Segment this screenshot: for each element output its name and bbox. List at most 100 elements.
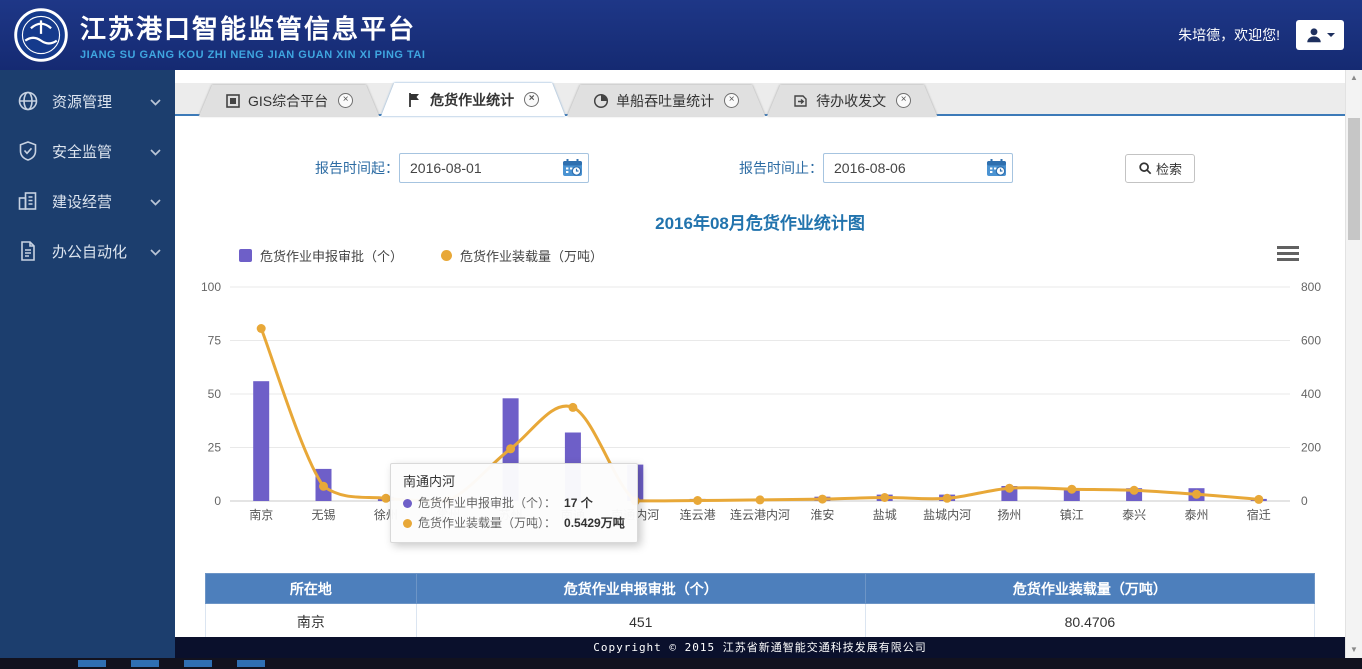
chart-tooltip: 南通内河 危货作业申报审批（个）： 17 个 危货作业装载量（万吨）： 0.54… [390,463,638,543]
filter-row: 报告时间起： 2016-08-01 报告时间止： 2 [175,153,1345,183]
svg-text:0: 0 [1301,494,1308,508]
search-button-label: 检索 [1156,159,1182,178]
legend-item-line-series[interactable]: 危货作业装载量（万吨） [441,246,603,265]
tooltip-label: 危货作业装载量（万吨）： [418,513,556,533]
tab-gis-platform[interactable]: GIS综合平台 × [199,85,379,116]
main-content: GIS综合平台 × 危货作业统计 × 单船吞吐量统计 × [175,70,1345,658]
svg-text:25: 25 [208,441,222,455]
application-window: 江苏港口智能监管信息平台 JIANG SU GANG KOU ZHI NENG … [0,0,1362,669]
app-titles: 江苏港口智能监管信息平台 JIANG SU GANG KOU ZHI NENG … [80,9,425,61]
legend-label: 危货作业申报审批（个） [260,246,403,265]
chevron-down-icon [150,143,161,160]
shield-icon [16,139,40,163]
tooltip-value: 17 个 [564,493,593,513]
copyright-text: Copyright © 2015 江苏省新通智能交通科技发展有限公司 [593,641,927,654]
scroll-up-arrow-icon[interactable]: ▲ [1346,70,1362,86]
sidebar-item-construction[interactable]: 建设经营 [0,176,175,226]
chart-area: 00252005040075600100800南京无锡徐州常州苏州南通南通内河连… [190,273,1330,523]
svg-text:宿迁: 宿迁 [1247,507,1271,522]
svg-text:400: 400 [1301,387,1321,401]
date-value: 2016-08-01 [410,160,482,176]
tab-ship-throughput-stats[interactable]: 单船吞吐量统计 × [567,85,765,116]
taskbar [0,658,1362,669]
tooltip-row: 危货作业装载量（万吨）： 0.5429万吨 [403,513,625,533]
svg-text:600: 600 [1301,334,1321,348]
tab-bar: GIS综合平台 × 危货作业统计 × 单船吞吐量统计 × [175,83,1345,116]
sidebar-item-safety[interactable]: 安全监管 [0,126,175,176]
svg-text:0: 0 [214,494,221,508]
user-menu-button[interactable] [1296,20,1344,50]
chevron-down-icon [150,243,161,260]
table-header-row: 所在地 危货作业申报审批（个） 危货作业装载量（万吨） [206,574,1315,604]
table-header-location: 所在地 [206,574,417,604]
sidebar-item-resources[interactable]: 资源管理 [0,76,175,126]
bar-series-swatch [239,249,252,262]
taskbar-item[interactable] [78,660,106,667]
date-value: 2016-08-06 [834,160,906,176]
chart-legend: 危货作业申报审批（个） 危货作业装载量（万吨） [239,246,1345,265]
svg-text:泰兴: 泰兴 [1122,508,1146,522]
globe-icon [16,89,40,113]
bar-series-dot [403,499,412,508]
close-icon[interactable]: × [524,92,539,107]
calendar-icon[interactable] [562,158,583,178]
sidebar-item-label: 安全监管 [52,141,112,162]
svg-text:盐城内河: 盐城内河 [923,508,971,522]
close-icon[interactable]: × [896,93,911,108]
tooltip-title: 南通内河 [403,471,625,490]
close-icon[interactable]: × [338,93,353,108]
svg-text:50: 50 [208,387,222,401]
taskbar-item[interactable] [131,660,159,667]
svg-text:800: 800 [1301,280,1321,294]
table-header-load: 危货作业装载量（万吨） [865,574,1314,604]
sidebar-item-label: 建设经营 [52,191,112,212]
line-series-swatch [441,250,452,261]
chart-title: 2016年08月危货作业统计图 [175,209,1345,234]
scrollbar-thumb[interactable] [1348,118,1360,240]
table-cell-load: 80.4706 [865,604,1314,640]
close-icon[interactable]: × [724,93,739,108]
chevron-down-icon [150,93,161,110]
svg-text:镇江: 镇江 [1060,508,1084,522]
svg-text:扬州: 扬州 [997,507,1021,522]
document-send-icon [793,93,809,109]
app-header: 江苏港口智能监管信息平台 JIANG SU GANG KOU ZHI NENG … [0,0,1362,70]
tab-label: 待办收发文 [816,91,886,111]
scroll-down-arrow-icon[interactable]: ▼ [1346,642,1362,658]
search-button[interactable]: 检索 [1125,154,1195,183]
tooltip-row: 危货作业申报审批（个）： 17 个 [403,493,625,513]
svg-text:无锡: 无锡 [311,507,335,522]
sidebar-item-label: 资源管理 [52,91,112,112]
hamburger-icon[interactable] [1277,246,1299,264]
sidebar-item-office-automation[interactable]: 办公自动化 [0,226,175,276]
report-end-date-input[interactable]: 2016-08-06 [823,153,1013,183]
svg-text:泰州: 泰州 [1184,508,1208,522]
svg-text:淮安: 淮安 [810,507,834,522]
svg-text:200: 200 [1301,441,1321,455]
sidebar-item-label: 办公自动化 [52,241,127,262]
tab-pending-documents[interactable]: 待办收发文 × [767,85,937,116]
chevron-down-icon [1327,33,1335,41]
taskbar-item[interactable] [237,660,265,667]
calendar-icon[interactable] [986,158,1007,178]
stats-table: 所在地 危货作业申报审批（个） 危货作业装载量（万吨） 南京 451 80.47… [205,573,1315,640]
svg-text:连云港: 连云港 [680,507,716,522]
chart-canvas[interactable]: 00252005040075600100800南京无锡徐州常州苏州南通南通内河连… [190,273,1330,523]
legend-label: 危货作业装载量（万吨） [460,246,603,265]
taskbar-item[interactable] [184,660,212,667]
svg-text:100: 100 [201,280,221,294]
tab-dangerous-cargo-stats[interactable]: 危货作业统计 × [381,83,565,116]
map-layers-icon [225,93,241,109]
legend-item-bar-series[interactable]: 危货作业申报审批（个） [239,246,403,265]
svg-text:75: 75 [208,334,222,348]
page-subtitle: JIANG SU GANG KOU ZHI NENG JIAN GUAN XIN… [80,49,425,61]
document-icon [16,239,40,263]
report-start-date-input[interactable]: 2016-08-01 [399,153,589,183]
svg-text:南京: 南京 [249,507,273,522]
sidebar: 资源管理 安全监管 建设经营 [0,70,175,658]
scrollbar[interactable]: ▲ ▼ [1345,70,1362,658]
line-series-dot [403,519,412,528]
report-start-label: 报告时间起： [315,158,399,178]
svg-text:盐城: 盐城 [873,508,897,522]
report-end-label: 报告时间止： [739,158,823,178]
